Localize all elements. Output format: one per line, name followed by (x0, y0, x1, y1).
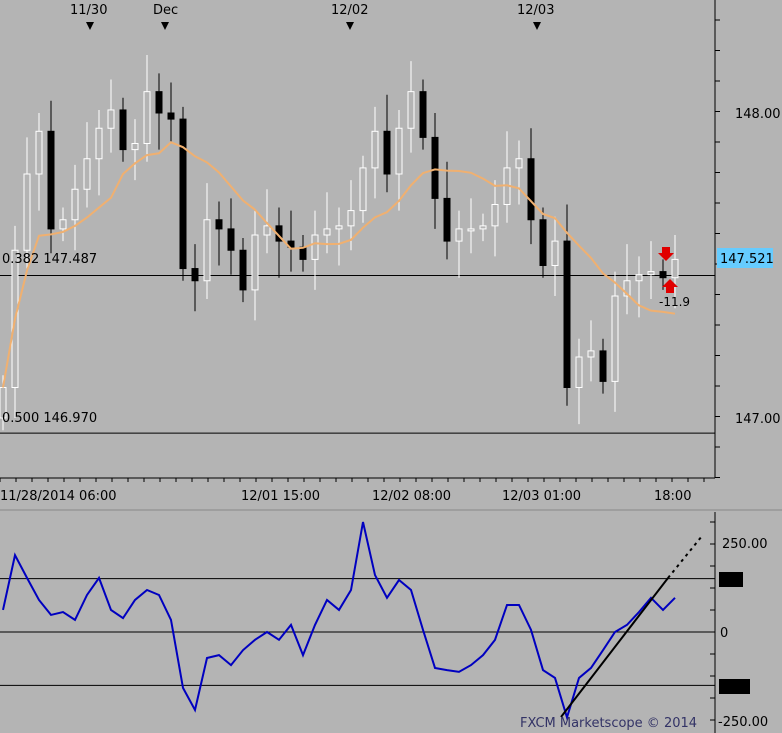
candle-up (335, 225, 343, 230)
candle-up (95, 127, 103, 160)
candle-up (395, 127, 403, 175)
date-marker-icon (346, 22, 354, 30)
candle-down (527, 158, 535, 221)
date-label: 11/30 (70, 3, 107, 18)
candle-up (467, 228, 475, 232)
date-label: Dec (153, 3, 178, 18)
candle-up (347, 210, 355, 227)
date-marker-icon (86, 22, 94, 30)
buy-arrow-icon[interactable] (662, 279, 678, 293)
candle-up (407, 91, 415, 129)
candle-up (647, 271, 655, 276)
candle-down (167, 112, 175, 120)
trendline (560, 577, 669, 718)
candle-up (311, 234, 319, 260)
price-chart[interactable]: 148.00 147.00 11/30 Dec 12/02 12/03 11/2… (0, 0, 782, 733)
candle-up (491, 204, 499, 227)
time-label: 11/28/2014 06:00 (0, 489, 117, 504)
candle-up (359, 167, 367, 212)
time-label: 12/01 15:00 (241, 489, 320, 504)
candle-down (431, 136, 439, 199)
watermark: FXCM Marketscope © 2014 (520, 716, 697, 731)
candle-down (155, 91, 163, 114)
ind-tick-neg250: -250.00 (718, 715, 768, 730)
candle-up (263, 225, 271, 236)
candle-down (599, 350, 607, 382)
price-tick-148: 148.00 (735, 107, 781, 122)
level-marker-upper (719, 572, 743, 587)
candle-up (35, 130, 43, 175)
candle-up (143, 91, 151, 144)
candle-up (107, 109, 115, 129)
date-label: 12/03 (517, 3, 554, 18)
candle-up (479, 225, 487, 230)
candle-up (203, 219, 211, 282)
candle-down (119, 109, 127, 151)
date-marker-icon (161, 22, 169, 30)
candle-up (251, 234, 259, 291)
candle-up (587, 350, 595, 358)
candle-up (575, 356, 583, 388)
time-label: 18:00 (654, 489, 691, 504)
candle-down (539, 219, 547, 266)
candle-down (419, 91, 427, 138)
candle-up (671, 258, 679, 279)
candle-down (227, 228, 235, 251)
date-label: 12/02 (331, 3, 368, 18)
candle-up (611, 295, 619, 382)
candle-down (215, 219, 223, 230)
signal-value: -11.9 (659, 295, 690, 309)
time-label: 12/02 08:00 (372, 489, 451, 504)
price-tick-147: 147.00 (735, 412, 781, 427)
ind-tick-0: 0 (720, 626, 728, 641)
current-price-label: 147.521 (720, 252, 774, 267)
candle-down (191, 268, 199, 282)
candle-up (59, 219, 67, 230)
candle-down (47, 130, 55, 230)
ind-tick-250: 250.00 (722, 537, 768, 552)
time-label: 12/03 01:00 (502, 489, 581, 504)
candle-down (239, 249, 247, 291)
candle-up (635, 274, 643, 282)
fib-label-0382: 0.382 147.487 (2, 252, 97, 267)
level-marker-lower (719, 679, 750, 694)
candle-down (299, 246, 307, 260)
candle-up (371, 130, 379, 169)
candle-up (131, 143, 139, 151)
candle-down (383, 130, 391, 175)
candle-up (455, 228, 463, 242)
candle-up (515, 158, 523, 169)
candle-down (563, 240, 571, 388)
candle-up (551, 240, 559, 267)
date-marker-icon (533, 22, 541, 30)
trendline-extension (667, 535, 703, 579)
chart-window: 148.00 147.00 11/30 Dec 12/02 12/03 11/2… (0, 0, 782, 733)
candle-up (71, 188, 79, 221)
candle-up (23, 173, 31, 251)
fib-label-0500: 0.500 146.970 (2, 411, 97, 426)
candle-up (83, 158, 91, 190)
cci-line (2, 521, 676, 721)
candle-down (179, 118, 187, 270)
candle-down (443, 197, 451, 242)
candle-up (323, 228, 331, 236)
candle-down (659, 271, 667, 279)
